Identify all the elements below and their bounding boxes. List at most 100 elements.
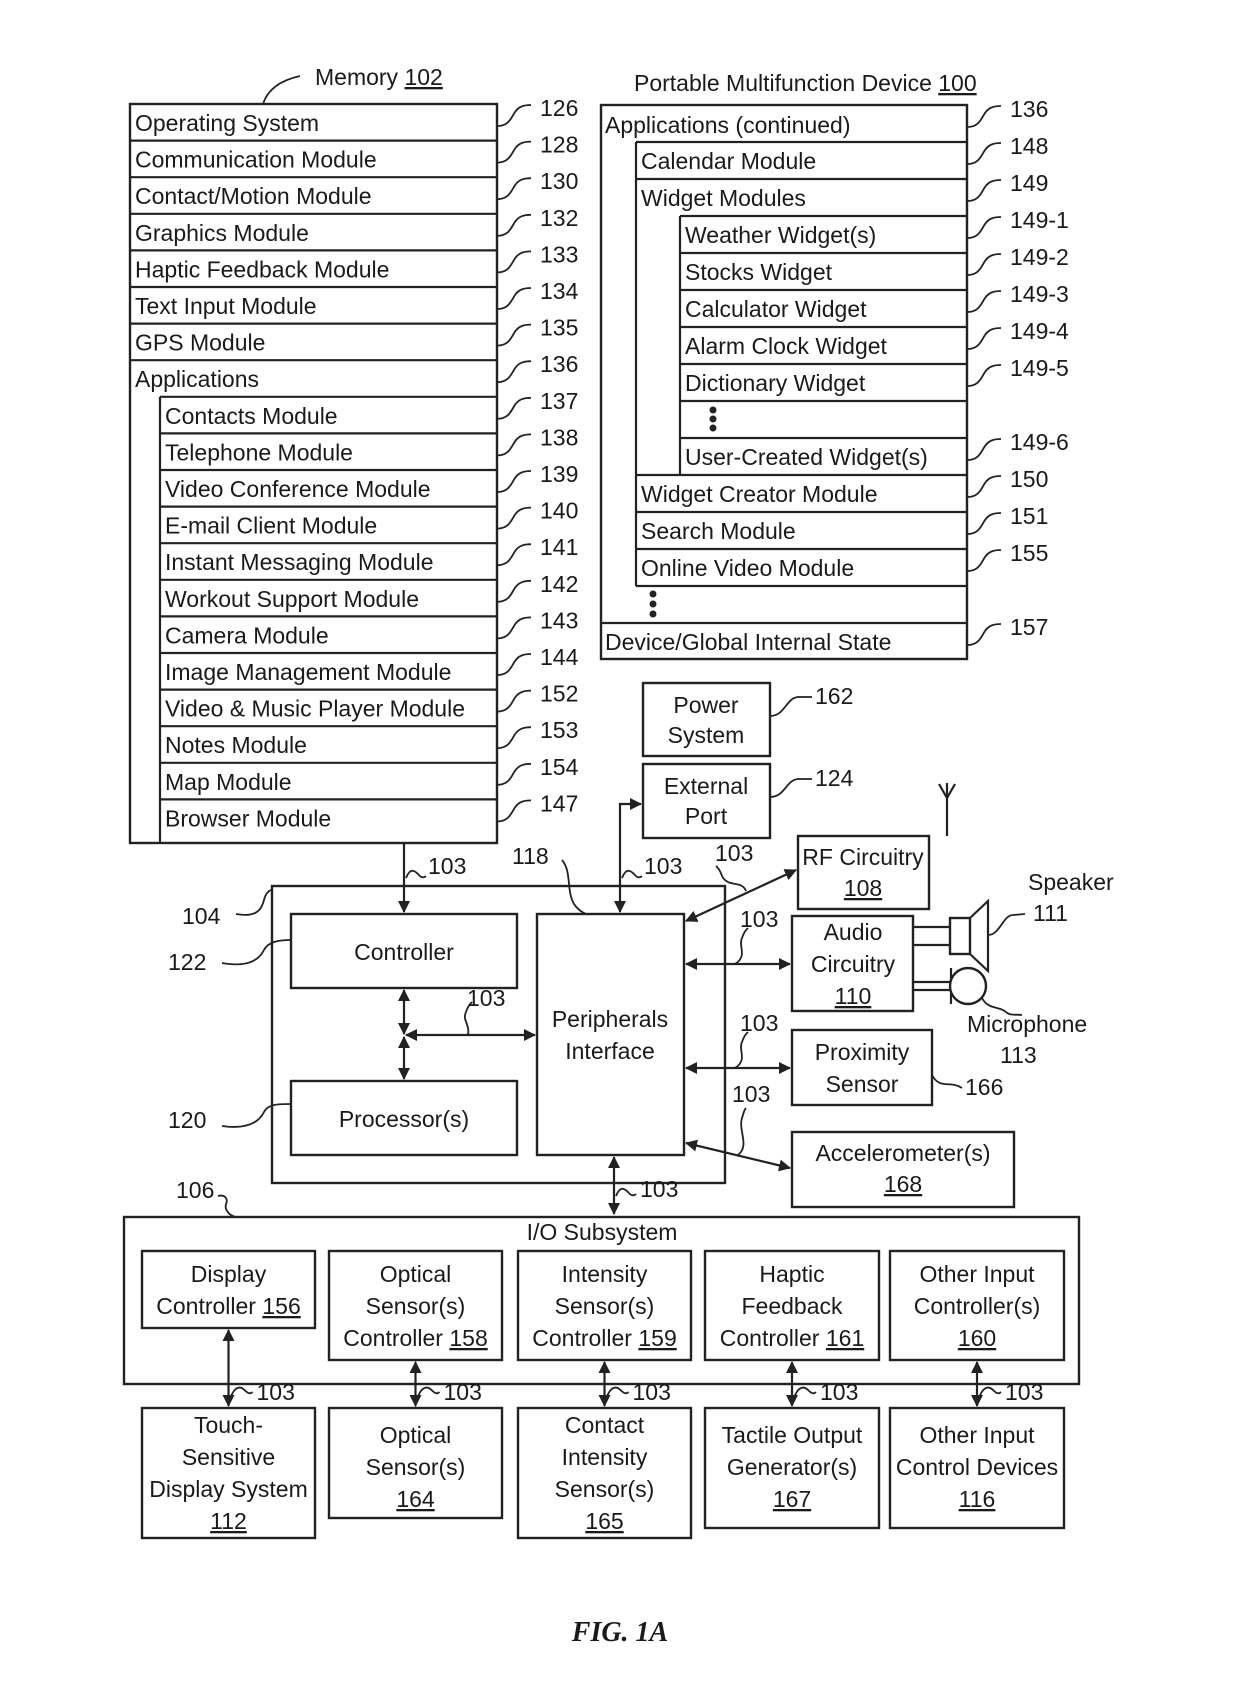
memory-row-leader — [496, 287, 532, 310]
widget-leader — [966, 327, 1002, 350]
io-controller-ref: 160 — [958, 1325, 996, 1351]
io-controller: Intensity Sensor(s) Controller 159 — [516, 1249, 693, 1362]
io-controller-label: Sensor(s) — [366, 1293, 466, 1319]
app-row-leader — [496, 396, 532, 420]
power-system-label-1: Power — [673, 692, 739, 718]
device-title: Portable Multifunction Device 100 — [634, 70, 977, 96]
app-row-ref: 138 — [540, 424, 578, 450]
rf-circuitry-label: RF Circuitry — [802, 844, 924, 870]
module-ref: 155 — [1010, 540, 1048, 566]
memory-row-ref: 126 — [540, 95, 578, 121]
ref-149: 149 — [1010, 170, 1048, 196]
app-row-leader — [496, 543, 532, 567]
io-bus-ref: 103 — [257, 1379, 295, 1405]
io-device: Optical Sensor(s) 164 — [327, 1406, 504, 1520]
widget-label: User-Created Widget(s) — [685, 444, 928, 470]
io-controller-label: Intensity — [562, 1261, 648, 1287]
ref-113: 113 — [1000, 1042, 1037, 1068]
proximity-sensor-label-2: Sensor — [826, 1071, 899, 1097]
module-leader — [966, 512, 1002, 535]
ref-103-port: 103 — [644, 853, 682, 879]
global-state-leader — [966, 623, 1002, 646]
io-device-label: Control Devices — [896, 1454, 1058, 1480]
leader-103-port — [621, 869, 643, 879]
app-row-leader — [496, 726, 532, 750]
io-controller-label: Sensor(s) — [555, 1293, 655, 1319]
leader-124 — [769, 778, 812, 798]
io-subsystem-title: I/O Subsystem — [527, 1219, 678, 1245]
calendar-module-label: Calendar Module — [641, 148, 816, 174]
widget-label: Stocks Widget — [685, 259, 833, 285]
app-row-label: Map Module — [165, 769, 292, 795]
app-row-ref: 141 — [540, 534, 578, 560]
microphone-label: Microphone — [967, 1011, 1087, 1037]
apps-continued-leader — [966, 105, 1002, 128]
io-device: Other Input Control Devices 116 — [888, 1406, 1066, 1530]
audio-circuitry-block: Audio Circuitry 110 — [790, 914, 915, 1013]
memory-row-leader — [496, 323, 532, 347]
io-device: Touch- Sensitive Display System 112 — [140, 1406, 317, 1540]
device-block: Portable Multifunction Device 100 Applic… — [599, 70, 1069, 661]
app-row-ref: 137 — [540, 388, 578, 414]
leader-166 — [931, 1074, 963, 1089]
app-row-leader — [496, 762, 532, 786]
app-row-label: Instant Messaging Module — [165, 549, 434, 575]
ref-162: 162 — [815, 683, 853, 709]
memory-row-leader — [496, 104, 532, 127]
ref-103-io: 103 — [640, 1176, 678, 1202]
accelerometer-block: Accelerometer(s) 168 — [790, 1130, 1016, 1209]
io-controller-label: Display — [191, 1261, 267, 1287]
module-label: Online Video Module — [641, 555, 854, 581]
apps-continued-label: Applications (continued) — [605, 112, 850, 138]
leader-111 — [987, 913, 1026, 936]
app-row-leader — [496, 799, 532, 823]
global-state-label: Device/Global Internal State — [605, 629, 891, 655]
app-row-ref: 147 — [540, 790, 578, 816]
io-device-ref: 167 — [773, 1486, 811, 1512]
io-controller-label: Haptic — [759, 1261, 824, 1287]
power-system-block: Power System 162 — [641, 681, 853, 758]
block-diagram: Memory 102 Operating System 126 Communicat… — [122, 64, 1114, 1648]
io-subsystem-block: I/O Subsystem 106 Display Controller 156 O… — [122, 1177, 1081, 1540]
app-row-ref: 140 — [540, 498, 578, 524]
widget-ref: 149-2 — [1010, 244, 1069, 270]
io-device-label: Sensor(s) — [555, 1476, 655, 1502]
external-port-label-1: External — [664, 773, 748, 799]
io-controller: Haptic Feedback Controller 161 — [703, 1249, 881, 1362]
widget-label: Dictionary Widget — [685, 370, 866, 396]
app-row-label: Telephone Module — [165, 439, 353, 465]
widget-leader — [966, 253, 1002, 276]
leader-162 — [769, 696, 812, 717]
peripherals-interface-label-2: Interface — [565, 1038, 655, 1064]
io-bus-leader — [605, 1386, 630, 1399]
widget-leader — [966, 364, 1002, 387]
widget-label: Calculator Widget — [685, 296, 867, 322]
module-label: Search Module — [641, 518, 796, 544]
io-device: Contact Intensity Sensor(s) 165 — [516, 1406, 693, 1540]
power-system-label-2: System — [668, 722, 745, 748]
memory-row-label: Applications — [135, 366, 259, 392]
io-controller-label: Controller 158 — [343, 1325, 487, 1351]
app-row-label: Workout Support Module — [165, 586, 419, 612]
ref-106: 106 — [176, 1177, 214, 1203]
app-row-label: Notes Module — [165, 732, 307, 758]
module-ref: 151 — [1010, 503, 1048, 529]
widget-leader — [966, 438, 1002, 461]
calendar-leader — [966, 142, 1002, 165]
ref-166: 166 — [965, 1074, 1003, 1100]
memory-row-label: Haptic Feedback Module — [135, 256, 389, 282]
app-row-ref: 152 — [540, 681, 578, 707]
memory-row-ref: 130 — [540, 168, 578, 194]
io-bus-leader — [416, 1386, 441, 1399]
ref-157: 157 — [1010, 614, 1048, 640]
io-controller: Other Input Controller(s) 160 — [888, 1249, 1066, 1362]
external-port-label-2: Port — [685, 803, 728, 829]
io-device-label: Tactile Output — [722, 1422, 863, 1448]
module-label: Widget Creator Module — [641, 481, 878, 507]
io-device: Tactile Output Generator(s) 167 — [703, 1406, 881, 1530]
ref-148: 148 — [1010, 133, 1048, 159]
app-row-label: Image Management Module — [165, 659, 451, 685]
memory-row-ref: 134 — [540, 278, 579, 304]
io-device-ref: 116 — [959, 1486, 996, 1512]
app-row-ref: 153 — [540, 717, 578, 743]
